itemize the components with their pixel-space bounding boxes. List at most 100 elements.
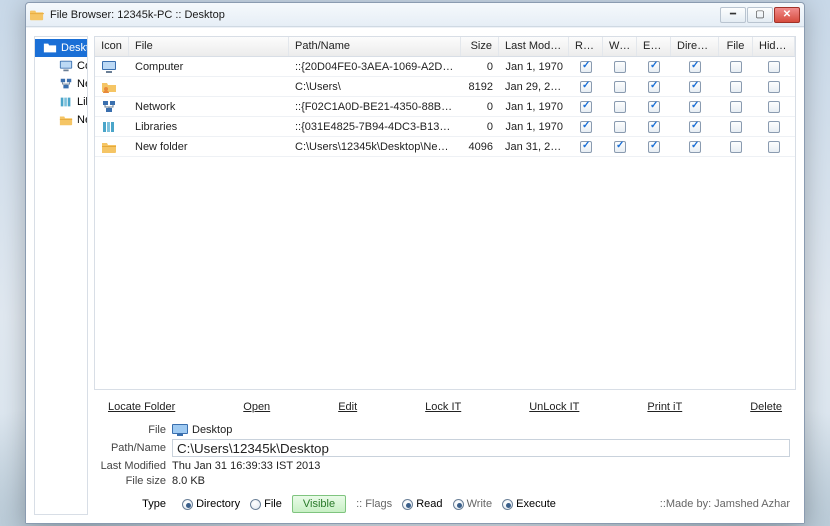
titlebar[interactable]: File Browser: 12345k-PC :: Desktop ━ ▢ ✕ (26, 3, 804, 27)
row-size: 0 (461, 119, 499, 135)
checkbox[interactable] (689, 141, 701, 153)
folder-icon (59, 113, 73, 127)
tree-label: Desktop (61, 42, 88, 54)
table-row[interactable]: Computer::{20D04FE0-3AEA-1069-A2D8-08002… (95, 57, 795, 77)
col-write[interactable]: Write (603, 37, 637, 56)
checkbox[interactable] (730, 61, 742, 73)
col-file[interactable]: File (129, 37, 289, 56)
checkbox[interactable] (580, 121, 592, 133)
col-directory[interactable]: Directory (671, 37, 719, 56)
col-execute[interactable]: Execute (637, 37, 671, 56)
grid-body[interactable]: Computer::{20D04FE0-3AEA-1069-A2D8-08002… (95, 57, 795, 389)
tree-item-new-folder[interactable]: New folder (35, 111, 87, 129)
checkbox[interactable] (768, 121, 780, 133)
checkbox[interactable] (580, 141, 592, 153)
credit-label: ::Made by: Jamshed Azhar (660, 498, 790, 510)
checkbox[interactable] (689, 81, 701, 93)
checkbox[interactable] (648, 61, 660, 73)
checkbox[interactable] (614, 81, 626, 93)
window-title: File Browser: 12345k-PC :: Desktop (50, 9, 720, 21)
checkbox[interactable] (689, 61, 701, 73)
table-row[interactable]: Libraries::{031E4825-7B94-4DC3-B131-E946… (95, 117, 795, 137)
checkbox[interactable] (648, 121, 660, 133)
folder-tree[interactable]: Desktop Computer NetworkLibraries New fold… (34, 36, 88, 515)
path-input[interactable] (172, 439, 790, 457)
checkbox[interactable] (768, 81, 780, 93)
row-path: C:\Users\12345k\Desktop\New folder (289, 139, 461, 155)
grid-header[interactable]: Icon File Path/Name Size Last Modified R… (95, 37, 795, 57)
visible-button[interactable]: Visible (292, 495, 346, 513)
checkbox[interactable] (768, 101, 780, 113)
checkbox[interactable] (730, 141, 742, 153)
checkbox[interactable] (614, 121, 626, 133)
row-last-modified: Jan 1, 1970 (499, 119, 569, 135)
tree-label: New folder (77, 114, 88, 126)
flag-write-radio[interactable]: Write (453, 498, 493, 510)
row-icon (95, 78, 129, 96)
close-button[interactable]: ✕ (774, 7, 800, 23)
path-label: Path/Name (100, 442, 172, 454)
checkbox[interactable] (730, 121, 742, 133)
checkbox[interactable] (648, 141, 660, 153)
file-browser-window: File Browser: 12345k-PC :: Desktop ━ ▢ ✕… (25, 2, 805, 524)
tree-item-network[interactable]: Network (35, 75, 87, 93)
flag-execute-radio[interactable]: Execute (502, 498, 556, 510)
col-icon[interactable]: Icon (95, 37, 129, 56)
row-path: ::{F02C1A0D-BE21-4350-88B0-7367FC96EF... (289, 99, 461, 115)
row-icon (95, 58, 129, 76)
col-hidden[interactable]: Hidden (753, 37, 795, 56)
col-modified[interactable]: Last Modified (499, 37, 569, 56)
checkbox[interactable] (689, 121, 701, 133)
checkbox[interactable] (580, 101, 592, 113)
table-row[interactable]: New folderC:\Users\12345k\Desktop\New fo… (95, 137, 795, 157)
delete-link[interactable]: Delete (742, 399, 790, 415)
checkbox[interactable] (648, 101, 660, 113)
row-size: 0 (461, 59, 499, 75)
flag-read-radio[interactable]: Read (402, 498, 442, 510)
file-label: File (100, 424, 172, 436)
checkbox[interactable] (768, 61, 780, 73)
col-path[interactable]: Path/Name (289, 37, 461, 56)
last-modified-label: Last Modified (100, 460, 172, 472)
minimize-button[interactable]: ━ (720, 7, 746, 23)
checkbox[interactable] (768, 141, 780, 153)
maximize-button[interactable]: ▢ (747, 7, 773, 23)
unlock-link[interactable]: UnLock IT (521, 399, 587, 415)
row-icon (95, 138, 129, 156)
lock-link[interactable]: Lock IT (417, 399, 469, 415)
checkbox[interactable] (614, 101, 626, 113)
checkbox[interactable] (614, 141, 626, 153)
print-link[interactable]: Print iT (639, 399, 690, 415)
tree-item-libraries[interactable]: Libraries (35, 93, 87, 111)
folder-icon (43, 41, 57, 55)
row-path: C:\Users\ (289, 79, 461, 95)
checkbox[interactable] (689, 101, 701, 113)
tree-item-computer[interactable]: Computer (35, 57, 87, 75)
type-file-radio[interactable]: File (250, 498, 282, 510)
row-icon (95, 118, 129, 136)
row-last-modified: Jan 1, 1970 (499, 59, 569, 75)
checkbox[interactable] (614, 61, 626, 73)
window-controls: ━ ▢ ✕ (720, 7, 800, 23)
locate-folder-link[interactable]: Locate Folder (100, 399, 183, 415)
checkbox[interactable] (580, 81, 592, 93)
table-row[interactable]: Network::{F02C1A0D-BE21-4350-88B0-7367FC… (95, 97, 795, 117)
file-grid[interactable]: Icon File Path/Name Size Last Modified R… (94, 36, 796, 390)
edit-link[interactable]: Edit (330, 399, 365, 415)
row-size: 8192 (461, 79, 499, 95)
col-isfile[interactable]: File (719, 37, 753, 56)
checkbox[interactable] (648, 81, 660, 93)
col-size[interactable]: Size (461, 37, 499, 56)
table-row[interactable]: C:\Users\8192Jan 29, 2013 (95, 77, 795, 97)
type-directory-radio[interactable]: Directory (182, 498, 240, 510)
col-read[interactable]: Read (569, 37, 603, 56)
last-modified-value: Thu Jan 31 16:39:33 IST 2013 (172, 460, 320, 472)
row-icon (95, 98, 129, 116)
open-link[interactable]: Open (235, 399, 278, 415)
checkbox[interactable] (580, 61, 592, 73)
tree-label: Computer (77, 60, 88, 72)
checkbox[interactable] (730, 81, 742, 93)
tree-item-desktop[interactable]: Desktop (35, 39, 87, 57)
checkbox[interactable] (730, 101, 742, 113)
client-area: Desktop Computer NetworkLibraries New fold… (26, 27, 804, 523)
